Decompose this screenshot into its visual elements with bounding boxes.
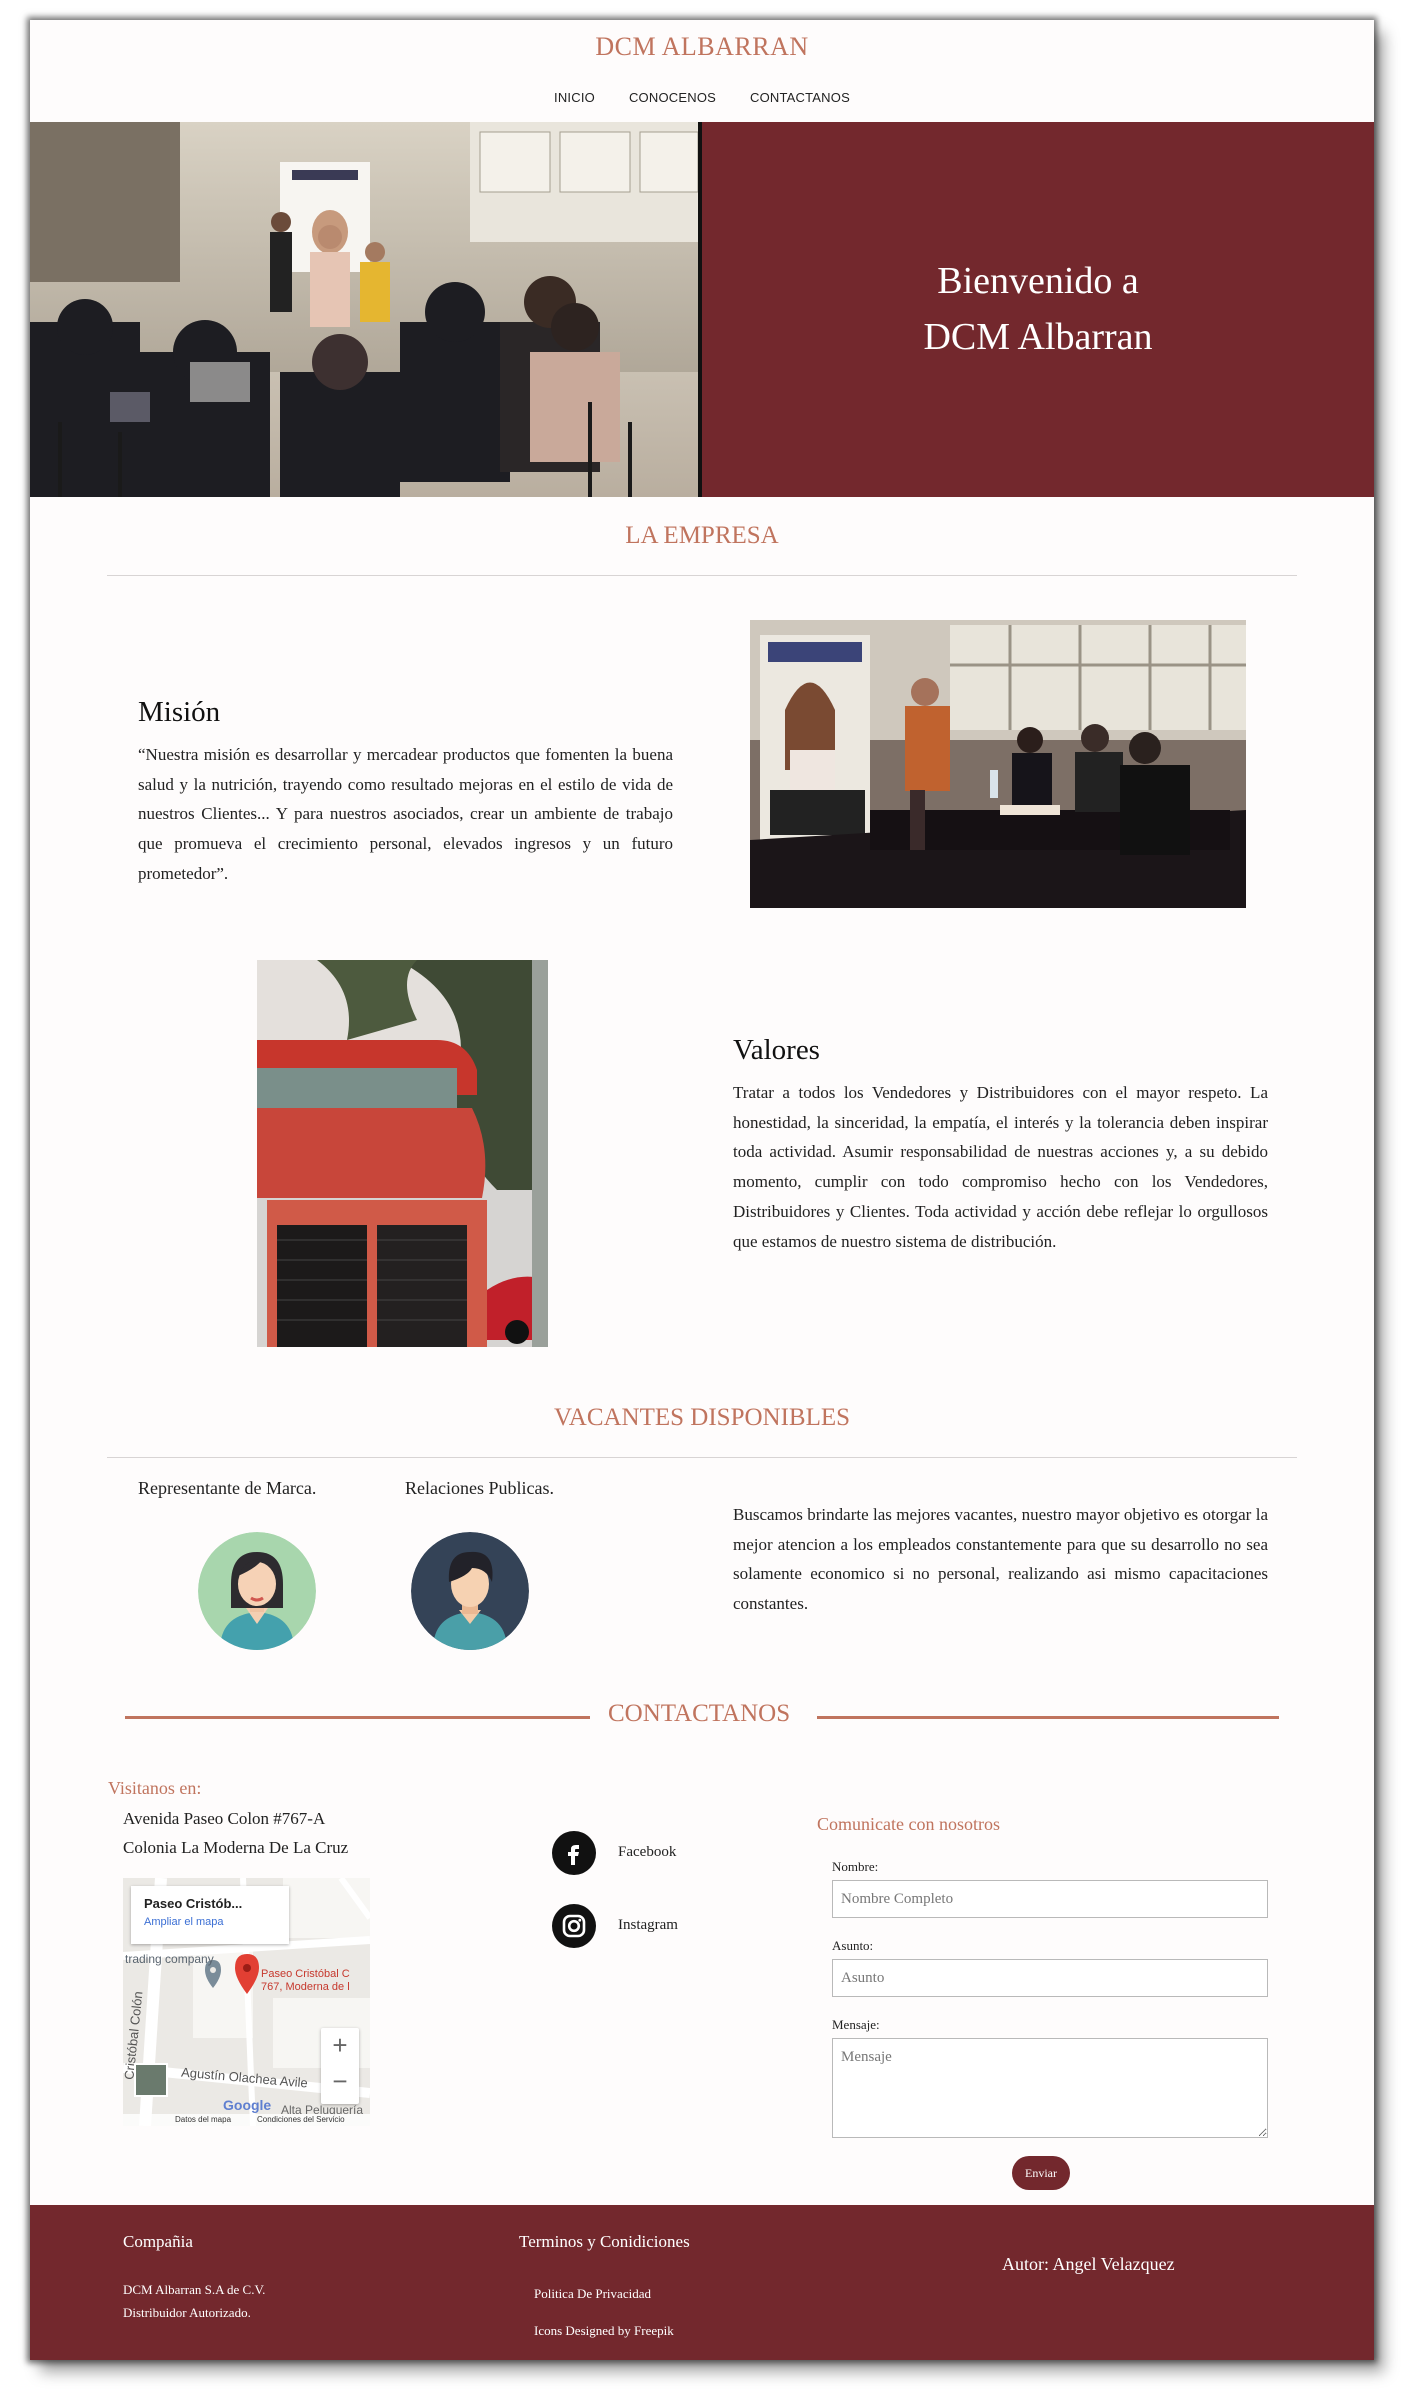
name-label: Nombre: — [832, 1859, 879, 1874]
hero-line-1: Bienvenido a — [937, 260, 1139, 303]
map-terms-link[interactable]: Condiciones del Servicio — [257, 2115, 345, 2124]
instagram-link[interactable]: Instagram — [618, 1917, 678, 1934]
nav-inicio[interactable]: INICIO — [554, 90, 595, 105]
footer-company-info: DCM Albarran S.A de C.V. Distribuidor Au… — [123, 2278, 265, 2324]
message-textarea[interactable] — [832, 2038, 1268, 2138]
footer-privacy-link[interactable]: Politica De Privacidad — [534, 2282, 651, 2305]
vacancy-label-representante: Representante de Marca. — [138, 1478, 317, 1498]
section-title-empresa: LA EMPRESA — [625, 522, 779, 549]
vacantes-text: Buscamos brindarte las mejores vacantes,… — [733, 1505, 1268, 1614]
facebook-icon[interactable] — [552, 1831, 596, 1875]
section-divider — [107, 1457, 1297, 1458]
map-pin-label-1: Paseo Cristóbal C — [261, 1968, 350, 1980]
section-title-contactanos: CONTACTANOS — [608, 1700, 791, 1727]
hero-photo — [30, 122, 698, 497]
footer-company-line-1: DCM Albarran S.A de C.V. — [123, 2282, 266, 2297]
map-embed[interactable]: Paseo Cristób... Ampliar el mapa trading… — [123, 1878, 370, 2126]
section-divider — [107, 575, 1297, 576]
female-avatar-icon — [198, 1532, 316, 1650]
footer: Compañia DCM Albarran S.A de C.V. Distri… — [30, 2205, 1374, 2360]
footer-freepik-link[interactable]: Icons Designed by Freepik — [534, 2319, 674, 2342]
address-line-2: Colonia La Moderna De La Cruz — [123, 1838, 349, 1857]
subject-input[interactable] — [832, 1959, 1268, 1997]
map-expand-link[interactable]: Ampliar el mapa — [144, 1916, 223, 1928]
map-streetview-thumbnail[interactable] — [134, 2063, 168, 2097]
google-logo: Google — [223, 2097, 272, 2113]
address: Avenida Paseo Colon #767-A Colonia La Mo… — [123, 1804, 348, 1862]
hero-line-2: DCM Albarran — [923, 315, 1153, 358]
valores-text: Tratar a todos los Vendedores y Distribu… — [733, 1083, 1268, 1251]
map-zoom-control: + − — [321, 2028, 359, 2104]
site-title[interactable]: DCM ALBARRAN — [30, 32, 1374, 62]
male-avatar-icon — [411, 1532, 529, 1650]
map-pin-label-2: 767, Moderna de l — [261, 1981, 350, 1993]
subject-label: Asunto: — [832, 1938, 874, 1953]
footer-company-line-2: Distribuidor Autorizado. — [123, 2305, 251, 2320]
map-pin-label: Paseo Cristóbal C 767, Moderna de l — [261, 1968, 350, 1994]
vacancy-label-relaciones: Relaciones Publicas. — [405, 1478, 554, 1498]
send-button[interactable]: Enviar — [1012, 2156, 1070, 2190]
map-footer-bar: Datos del mapa Condiciones del Servicio — [123, 2114, 370, 2126]
nav-contactanos[interactable]: CONTACTANOS — [750, 90, 850, 105]
meeting-photo — [750, 620, 1246, 908]
footer-company-title: Compañia — [123, 2232, 193, 2251]
main-nav: INICIO CONOCENOS CONTACTANOS — [30, 90, 1374, 105]
page-frame: DCM ALBARRAN INICIO CONOCENOS CONTACTANO… — [30, 20, 1374, 2360]
hero-heading: Bienvenido a DCM Albarran — [923, 254, 1152, 364]
footer-author: Autor: Angel Velazquez — [1002, 2254, 1175, 2274]
building-photo — [257, 960, 548, 1347]
hero: Bienvenido a DCM Albarran — [30, 122, 1374, 497]
nav-conocenos[interactable]: CONOCENOS — [629, 90, 716, 105]
zoom-out-button[interactable]: − — [321, 2066, 359, 2097]
visit-label: Visitanos en: — [108, 1778, 202, 1798]
facebook-link[interactable]: Facebook — [618, 1844, 676, 1861]
contact-line-right — [817, 1716, 1279, 1719]
mision-title: Misión — [138, 696, 221, 728]
name-input[interactable] — [832, 1880, 1268, 1918]
address-line-1: Avenida Paseo Colon #767-A — [123, 1809, 326, 1828]
map-data-link[interactable]: Datos del mapa — [175, 2115, 231, 2124]
zoom-in-button[interactable]: + — [321, 2030, 359, 2061]
instagram-icon[interactable] — [552, 1904, 596, 1948]
mision-text: “Nuestra misión es desarrollar y mercade… — [138, 745, 673, 883]
valores-title: Valores — [733, 1034, 820, 1066]
hero-banner: Bienvenido a DCM Albarran — [702, 122, 1374, 497]
section-title-vacantes: VACANTES DISPONIBLES — [553, 1404, 851, 1431]
map-info-card: Paseo Cristób... Ampliar el mapa — [131, 1886, 289, 1944]
footer-terms-title: Terminos y Conidiciones — [519, 2232, 690, 2251]
map-card-title: Paseo Cristób... — [144, 1896, 243, 1911]
map-poi-label: trading company — [125, 1952, 214, 1966]
contact-line-left — [125, 1716, 590, 1719]
form-heading: Comunicate con nosotros — [817, 1814, 1000, 1834]
message-label: Mensaje: — [832, 2017, 880, 2032]
